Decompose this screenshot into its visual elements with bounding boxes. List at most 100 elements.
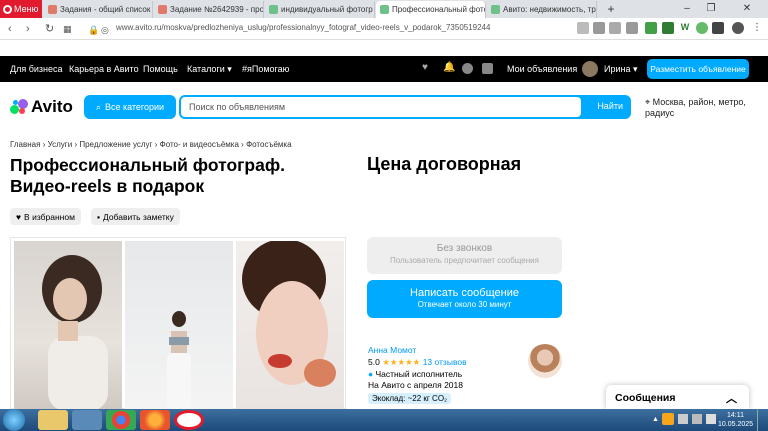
tray-flag-icon[interactable] [678, 414, 688, 424]
tab-individual-photo[interactable]: индивидуальный фотогр ✕ [265, 1, 375, 18]
cart-icon[interactable] [482, 63, 493, 74]
breadcrumb-photoshoot[interactable]: Фотосъёмка [246, 140, 291, 149]
more-menu-icon[interactable]: ⋮ [752, 22, 764, 34]
w-extension-icon[interactable]: W [679, 22, 691, 34]
lock-icon[interactable]: 🔒 [88, 22, 99, 38]
back-icon[interactable]: ‹ [8, 21, 12, 37]
eco-badge[interactable]: Экоклад: ~22 кг CO₂ [368, 393, 452, 404]
nav-help[interactable]: Помощь [143, 64, 178, 74]
clock-date: 10.05.2025 [718, 421, 754, 428]
add-note-button[interactable]: ▪ Добавить заметку [91, 208, 180, 225]
messages-bubble-icon[interactable] [462, 63, 473, 74]
seller-type-text: Частный исполнитель [375, 369, 463, 379]
post-ad-button[interactable]: Разместить объявление [647, 59, 749, 79]
seller-name[interactable]: Анна Момот [368, 345, 416, 355]
search-input[interactable] [181, 97, 581, 117]
screenshot-icon[interactable] [577, 22, 589, 34]
heart-icon: ♥ [16, 211, 22, 222]
address-bar: ‹ › ↻ ▦ 🔒 ◎ www.avito.ru/moskva/predlozh… [0, 18, 768, 40]
avito-logo[interactable]: Avito [10, 97, 73, 117]
tabs-grid-icon[interactable]: ▦ [63, 21, 72, 37]
close-window-button[interactable]: ✕ [726, 0, 768, 18]
explorer-icon[interactable] [38, 410, 68, 430]
all-categories-button[interactable]: ⌕ Все категории [84, 95, 176, 119]
opera-menu-button[interactable]: Меню [0, 0, 42, 18]
breadcrumb-home[interactable]: Главная [10, 140, 40, 149]
extension-dark-icon[interactable] [712, 22, 724, 34]
location-selector[interactable]: ⌖ Москва, район, метро, радиус [645, 97, 760, 119]
volume-icon[interactable] [706, 414, 716, 424]
extension-green-icon[interactable] [645, 22, 657, 34]
camera-icon[interactable] [593, 22, 605, 34]
gallery-photo-3[interactable] [236, 241, 344, 411]
taskbar-clock[interactable]: 14:11 10.05.2025 [718, 411, 753, 429]
search-icon: ⌕ [95, 101, 101, 112]
minimize-button[interactable]: – [676, 0, 698, 18]
chevron-up-icon[interactable]: ︿ [726, 390, 737, 406]
firefox-icon[interactable] [140, 410, 170, 430]
tray-expand-icon[interactable]: ▲ [652, 416, 659, 423]
profile-icon[interactable] [732, 22, 744, 34]
wallet-icon[interactable] [609, 22, 621, 34]
user-menu[interactable]: Ирина ▾ [604, 64, 638, 75]
nav-catalogs[interactable]: Каталоги ▾ [187, 64, 232, 75]
tray-app-icon[interactable] [662, 413, 674, 425]
nav-career[interactable]: Карьера в Авито [69, 64, 139, 74]
favorites-heart-icon[interactable]: ♥ [422, 62, 433, 73]
photo-gallery [10, 237, 346, 411]
avito-favicon-icon [491, 5, 500, 14]
messages-widget[interactable]: Сообщения ︿ [606, 385, 749, 409]
menu-label: Меню [14, 4, 39, 14]
tab-task-2642939[interactable]: Задание №2642939 - про ✕ [154, 1, 264, 18]
opera-icon[interactable] [174, 410, 204, 430]
show-desktop-button[interactable] [757, 409, 768, 431]
new-tab-button[interactable]: + [600, 0, 622, 18]
note-icon: ▪ [97, 211, 101, 222]
no-calls-subtitle: Пользователь предпочитает сообщения [390, 256, 539, 265]
bookmark-icon[interactable] [626, 22, 638, 34]
search-button[interactable]: Найти [597, 101, 623, 111]
reload-icon[interactable]: ↻ [45, 21, 54, 37]
avito-favicon-icon [380, 5, 389, 14]
tab-professional-photographer[interactable]: Профессиональный фото ✕ [376, 1, 486, 18]
face-closeup-icon [242, 241, 336, 387]
extension-round-icon[interactable] [696, 22, 708, 34]
nav-for-business[interactable]: Для бизнеса [10, 64, 63, 74]
write-message-button[interactable]: Написать сообщение Отвечает около 30 мин… [367, 280, 562, 318]
location-pin-icon: ⌖ [645, 97, 651, 107]
logo-text: Avito [31, 97, 73, 116]
forward-icon[interactable]: › [26, 21, 30, 37]
globe-icon: ◎ [101, 25, 109, 35]
chrome-icon[interactable] [106, 410, 136, 430]
extension-counter-icon[interactable] [662, 22, 674, 34]
notifications-bell-icon[interactable]: 🔔 [443, 62, 455, 73]
browser-tab-strip: Меню Задания - общий список ✕ Задание №2… [0, 0, 768, 18]
nav-my-ads[interactable]: Мои объявления [507, 64, 577, 74]
tab-label: Профессиональный фото [392, 5, 486, 14]
breadcrumb-photo-video[interactable]: Фото- и видеосъёмка [160, 140, 239, 149]
search-bar: Найти [179, 95, 631, 119]
seller-rating: 5.0 ★★★★★ 13 отзывов [368, 357, 467, 368]
nav-i-help[interactable]: #яПомогаю [242, 64, 289, 74]
favorite-button[interactable]: ♥ В избранном [10, 208, 81, 225]
message-button-title: Написать сообщение [410, 287, 519, 299]
breadcrumb: Главная › Услуги › Предложение услуг › Ф… [10, 140, 292, 149]
tab-label: Задания - общий список [60, 5, 151, 14]
tab-tasks-list[interactable]: Задания - общий список ✕ [44, 1, 153, 18]
gallery-photo-2[interactable] [125, 241, 233, 411]
breadcrumb-services[interactable]: Услуги [48, 140, 73, 149]
reviews-link[interactable]: 13 отзывов [423, 357, 467, 367]
media-player-icon[interactable] [72, 410, 102, 430]
avatar[interactable] [582, 61, 598, 77]
breadcrumb-service-offers[interactable]: Предложение услуг [79, 140, 152, 149]
verified-icon: ● [368, 369, 374, 379]
restore-button[interactable]: ❐ [700, 0, 722, 18]
tab-avito-home[interactable]: Авито: недвижимость, тр ✕ [487, 1, 597, 18]
start-button-icon[interactable] [3, 409, 25, 431]
clock-time: 14:11 [727, 412, 745, 419]
url-text[interactable]: www.avito.ru/moskva/predlozheniya_uslug/… [116, 23, 490, 32]
sp-favicon-icon [48, 5, 57, 14]
seller-avatar[interactable] [528, 344, 562, 378]
gallery-photo-1[interactable] [14, 241, 122, 411]
network-icon[interactable] [692, 414, 702, 424]
